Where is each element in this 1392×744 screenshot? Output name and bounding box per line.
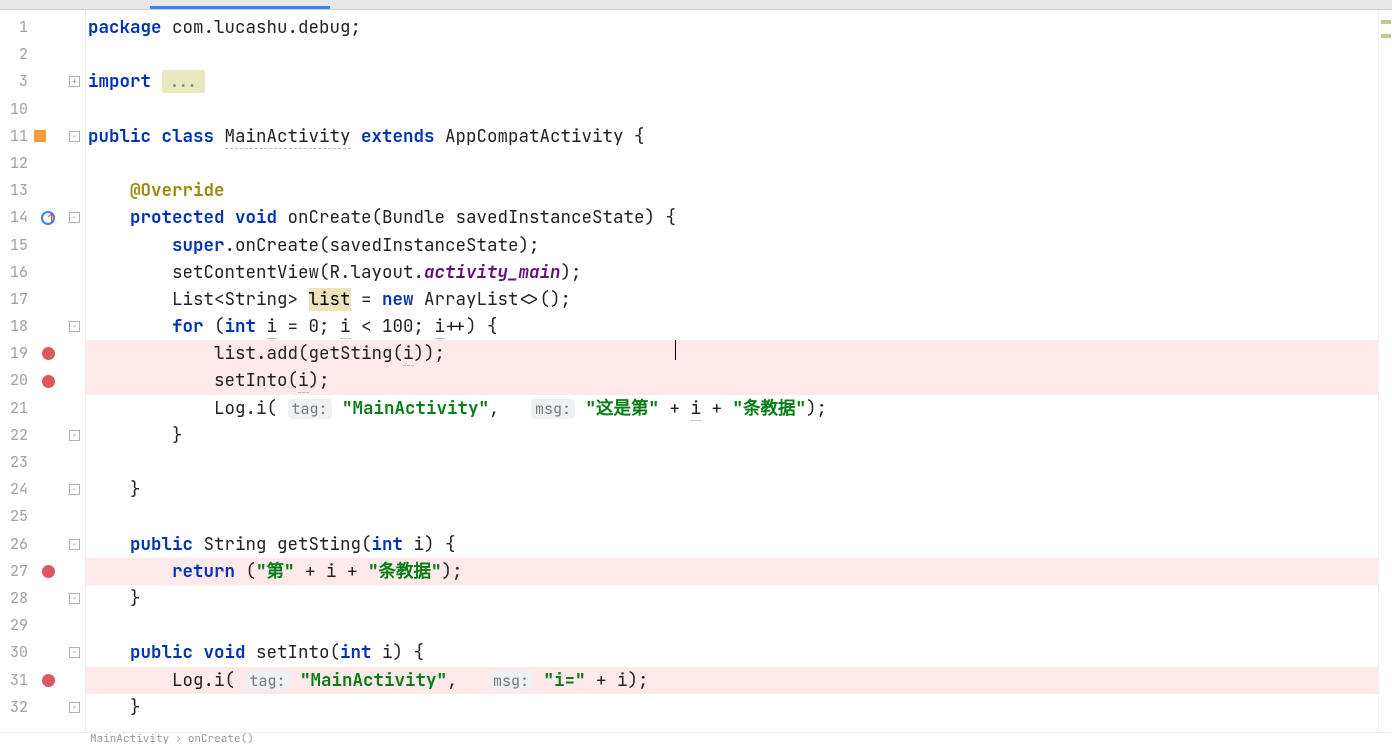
text-cursor [675, 340, 676, 360]
tab-bar [0, 0, 1392, 10]
tab-activity-main[interactable] [0, 0, 150, 9]
fold-collapse-icon[interactable]: − [69, 321, 80, 332]
fold-expand-icon[interactable]: + [69, 76, 80, 87]
fold-collapse-icon[interactable]: − [69, 430, 80, 441]
up-arrow-icon: ↑ [48, 210, 55, 226]
fold-collapse-icon[interactable]: − [69, 212, 80, 223]
stripe-mark[interactable] [1381, 34, 1391, 38]
error-stripe[interactable] [1378, 10, 1392, 732]
class-icon [34, 130, 46, 142]
tab-main-activity-java[interactable] [150, 0, 330, 9]
breakpoint-icon[interactable] [42, 375, 55, 388]
fold-collapse-icon[interactable]: − [69, 647, 80, 658]
fold-collapse-icon[interactable]: − [69, 593, 80, 604]
breadcrumb-sep: › [175, 732, 182, 744]
breadcrumb-method[interactable]: onCreate() [188, 732, 254, 744]
gutter-marks[interactable]: ↑ [32, 10, 64, 732]
line-number-gutter[interactable]: 1 2 3 10 11 12 13 14 15 16 17 18 19 20 2… [0, 10, 32, 732]
breakpoint-icon[interactable] [42, 565, 55, 578]
editor: 1 2 3 10 11 12 13 14 15 16 17 18 19 20 2… [0, 10, 1392, 732]
breakpoint-icon[interactable] [42, 347, 55, 360]
fold-collapse-icon[interactable]: − [69, 702, 80, 713]
breadcrumb-class[interactable]: MainActivity [90, 732, 169, 744]
code-area[interactable]: package com.lucashu.debug; import ... pu… [86, 10, 1378, 732]
fold-collapse-icon[interactable]: − [69, 484, 80, 495]
stripe-mark[interactable] [1381, 20, 1391, 24]
fold-gutter[interactable]: + − − − − − − − − − [64, 10, 86, 732]
breadcrumb-bar[interactable]: MainActivity › onCreate() [0, 732, 1392, 744]
breakpoint-icon[interactable] [42, 674, 55, 687]
fold-collapse-icon[interactable]: − [69, 131, 80, 142]
fold-collapse-icon[interactable]: − [69, 539, 80, 550]
